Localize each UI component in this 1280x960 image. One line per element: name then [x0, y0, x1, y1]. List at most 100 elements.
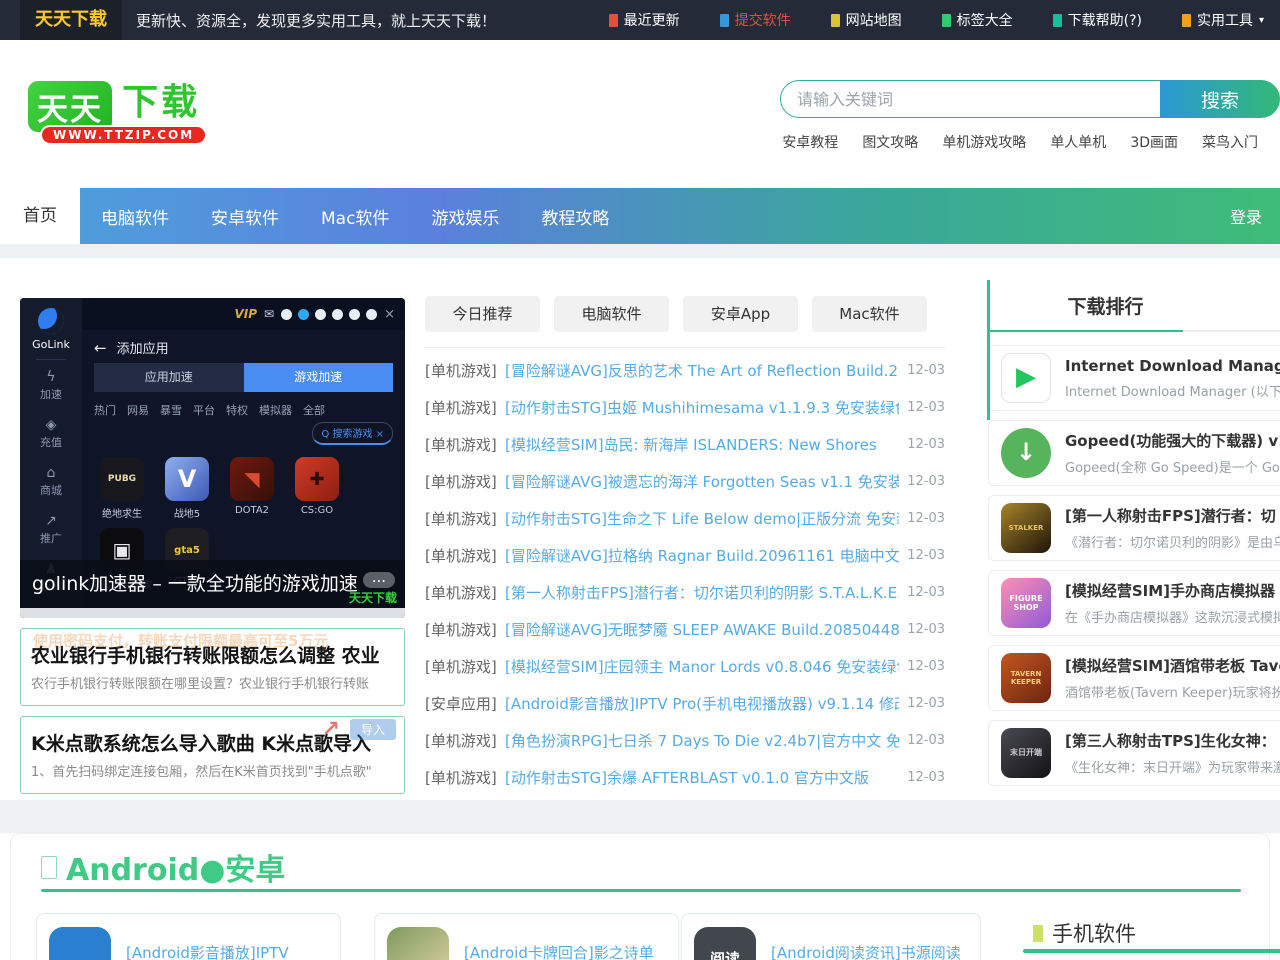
item-category: [单机游戏] — [425, 508, 505, 529]
item-title-link[interactable]: [动作射击STG]生命之下 Life Below demo|正版分流 免安装绿色 — [505, 508, 899, 529]
ranking-item-sub: 酒馆带老板(Tavern Keeper)玩家将扮演 — [1065, 682, 1280, 701]
tab-hot[interactable]: 热门 — [1223, 292, 1280, 319]
slide-bottom-strip — [20, 608, 405, 618]
item-title-link[interactable]: [模拟经营SIM]庄园领主 Manor Lords v0.8.046 免安装绿色… — [505, 656, 899, 677]
ranking-item[interactable]: FIGURE SHOP [模拟经营SIM]手办商店模拟器 在《手办商店模拟器》这… — [988, 570, 1280, 636]
app-icon: ↓ — [1001, 428, 1051, 478]
content-tab[interactable]: 电脑软件 — [554, 296, 669, 332]
list-item: [单机游戏] [冒险解谜AVG]拉格纳 Ragnar Build.2096116… — [425, 537, 945, 574]
nav-item[interactable]: Mac软件 — [300, 204, 410, 229]
tab-download-ranking[interactable]: 下载排行 — [988, 292, 1223, 319]
item-title-link[interactable]: [冒险解谜AVG]无眠梦魇 SLEEP AWAKE Build.20850448… — [505, 619, 899, 640]
article-bg-button: 导入 — [350, 719, 396, 740]
divider — [425, 347, 945, 348]
site-logo[interactable]: 天天 下载 WWW.TTZIP.COM — [28, 73, 228, 153]
nav-item[interactable]: 电脑软件 — [80, 204, 190, 229]
item-title-link[interactable]: [冒险解谜AVG]拉格纳 Ragnar Build.20961161 电脑中文版 — [505, 545, 899, 566]
android-app-card[interactable]: 阅读 [Android阅读资讯]书源阅读 — [681, 913, 981, 960]
game-name: 战地5 — [174, 505, 200, 520]
game-name: CS:GO — [301, 505, 333, 516]
item-title-link[interactable]: [角色扮演RPG]七日杀 7 Days To Die v2.4b7|官方中文 免… — [505, 730, 899, 751]
hot-link[interactable]: 单人单机 — [1050, 132, 1106, 152]
list-item: [单机游戏] [动作射击STG]余爆 AFTERBLAST v0.1.0 官方中… — [425, 759, 945, 796]
article-card-bank[interactable]: 使用密码支付，转账支付限额最高可至5万元 农业银行手机银行转账限额怎么调整 农业… — [20, 628, 405, 706]
ranking-item[interactable]: STALKER [第一人称射击FPS]潜行者：切 《潜行者：切尔诺贝利的阴影》是… — [988, 495, 1280, 561]
nav-item[interactable]: 游戏娱乐 — [410, 204, 520, 229]
content-tab[interactable]: 安卓App — [683, 296, 798, 332]
category-label: 网易 — [127, 402, 149, 418]
link-icon — [942, 14, 951, 27]
app-title-link: [Android阅读资讯]书源阅读 — [771, 942, 961, 960]
ranking-item[interactable]: 末日开端 [第三人称射击TPS]生化女神： 《生化女神：末日开端》为玩家带来激烈 — [988, 720, 1280, 786]
link-icon — [1182, 14, 1191, 27]
topbar-link[interactable]: 提交软件 — [720, 10, 797, 30]
hot-link[interactable]: 图文攻略 — [862, 132, 918, 152]
search-button[interactable]: 搜索 — [1160, 80, 1280, 118]
login-link[interactable]: 登录 — [1230, 204, 1262, 228]
ranking-item[interactable]: TAVERN KEEPER [模拟经营SIM]酒馆带老板 Tave 酒馆带老板(… — [988, 645, 1280, 711]
android-app-card[interactable]: [Android卡牌回合]影之诗单 — [374, 913, 679, 960]
carousel-dot[interactable] — [349, 309, 360, 320]
nav-item[interactable]: 安卓软件 — [190, 204, 300, 229]
game-icon: ✚ — [295, 457, 339, 501]
article-subtitle: 农行手机银行转账限额在哪里设置？农业银行手机银行转账 — [31, 673, 394, 692]
carousel-dot[interactable] — [366, 309, 377, 320]
content-tab[interactable]: 今日推荐 — [425, 296, 540, 332]
item-date: 12-03 — [907, 548, 945, 563]
topbar-link[interactable]: 标签大全 — [942, 10, 1019, 30]
app-icon: 阅读 — [694, 927, 756, 960]
item-category: [单机游戏] — [425, 545, 505, 566]
ranking-item[interactable]: ↓ Gopeed(功能强大的下载器) v1 Gopeed(全称 Go Speed… — [988, 420, 1280, 486]
app-icon: TAVERN KEEPER — [1001, 653, 1051, 703]
hot-link[interactable]: 安卓教程 — [782, 132, 838, 152]
item-title-link[interactable]: [Android影音播放]IPTV Pro(手机电视播放器) v9.1.14 修… — [505, 693, 899, 714]
watermark: 天天下载 — [349, 589, 397, 606]
hot-link[interactable]: 3D画面 — [1130, 132, 1178, 152]
page: 天天下载 更新快、资源全，发现更多实用工具，就上天天下载！ 最近更新 提交软件 — [0, 0, 1280, 960]
item-title-link[interactable]: [第一人称射击FPS]潜行者：切尔诺贝利的阴影 S.T.A.L.K.E.R. — [505, 582, 899, 603]
site-slogan: 更新快、资源全，发现更多实用工具，就上天天下载！ — [136, 10, 496, 31]
carousel-dots[interactable] — [281, 309, 377, 320]
item-title-link[interactable]: [动作射击STG]虫姬 Mushihimesama v1.1.9.3 免安装绿色… — [505, 397, 899, 418]
chevron-down-icon: ▾ — [1259, 15, 1264, 26]
site-brand[interactable]: 天天下载 — [20, 0, 122, 40]
game-tile: ✚ CS:GO — [291, 457, 343, 520]
android-app-card[interactable]: [Android影音播放]IPTV — [36, 913, 341, 960]
golink-menu-item: ↗ 推广 — [20, 506, 82, 554]
divider-strip — [0, 800, 1280, 833]
carousel-dot[interactable] — [298, 309, 309, 320]
item-title-link[interactable]: [冒险解谜AVG]反思的艺术 The Art of Reflection Bui… — [505, 360, 899, 381]
nav-item[interactable]: 教程攻略 — [520, 204, 630, 229]
ranking-item[interactable]: ▶ Internet Download Manager v Internet D… — [988, 345, 1280, 411]
item-date: 12-03 — [907, 659, 945, 674]
topbar-link[interactable]: 实用工具 ▾ — [1182, 10, 1264, 30]
carousel-dot[interactable] — [332, 309, 343, 320]
item-title-link[interactable]: [模拟经营SIM]岛民: 新海岸 ISLANDERS: New Shores — [505, 434, 899, 455]
item-category: [单机游戏] — [425, 434, 505, 455]
android-heading-text: Android●安卓 — [66, 845, 285, 889]
hot-links: 安卓教程 图文攻略 单机游戏攻略 单人单机 3D画面 菜鸟入门 — [782, 132, 1258, 152]
nav-item-home[interactable]: 首页 — [0, 188, 80, 244]
ranking-underline — [988, 330, 1280, 332]
hot-link[interactable]: 单机游戏攻略 — [942, 132, 1026, 152]
menu-label: 商城 — [40, 482, 62, 498]
topbar-link[interactable]: 网站地图 — [831, 10, 908, 30]
carousel-dot[interactable] — [281, 309, 292, 320]
content-tab[interactable]: Mac软件 — [812, 296, 927, 332]
hot-link[interactable]: 菜鸟入门 — [1202, 132, 1258, 152]
search-input[interactable] — [780, 80, 1160, 118]
category-label: 热门 — [94, 402, 116, 418]
carousel-dot[interactable] — [315, 309, 326, 320]
game-name: 绝地求生 — [102, 505, 142, 520]
item-title-link[interactable]: [动作射击STG]余爆 AFTERBLAST v0.1.0 官方中文版 — [505, 767, 899, 788]
golink-search-row: Q 搜索游戏 × — [82, 422, 405, 449]
header: 天天 下载 WWW.TTZIP.COM 搜索 安卓教程 图文攻略 单机游戏攻略 … — [0, 40, 1280, 188]
ranking-item-title: [模拟经营SIM]手办商店模拟器 — [1065, 580, 1280, 601]
featured-slide-golink[interactable]: GoLink ϟ 加速 ◈ 充值 ⌂ 商城 — [20, 298, 405, 618]
topbar-link[interactable]: 最近更新 — [609, 10, 686, 30]
ranking-item-text: [第三人称射击TPS]生化女神： 《生化女神：末日开端》为玩家带来激烈 — [1065, 730, 1280, 776]
topbar-link[interactable]: 下载帮助(?) — [1053, 10, 1148, 30]
item-title-link[interactable]: [冒险解谜AVG]被遗忘的海洋 Forgotten Seas v1.1 免安装中… — [505, 471, 899, 492]
article-card-kmi[interactable]: 导入 ↗ K米点歌系统怎么导入歌曲 K米点歌导入 1、首先扫码绑定连接包厢，然后… — [20, 716, 405, 794]
ranking-items: ▶ Internet Download Manager v Internet D… — [988, 345, 1280, 786]
